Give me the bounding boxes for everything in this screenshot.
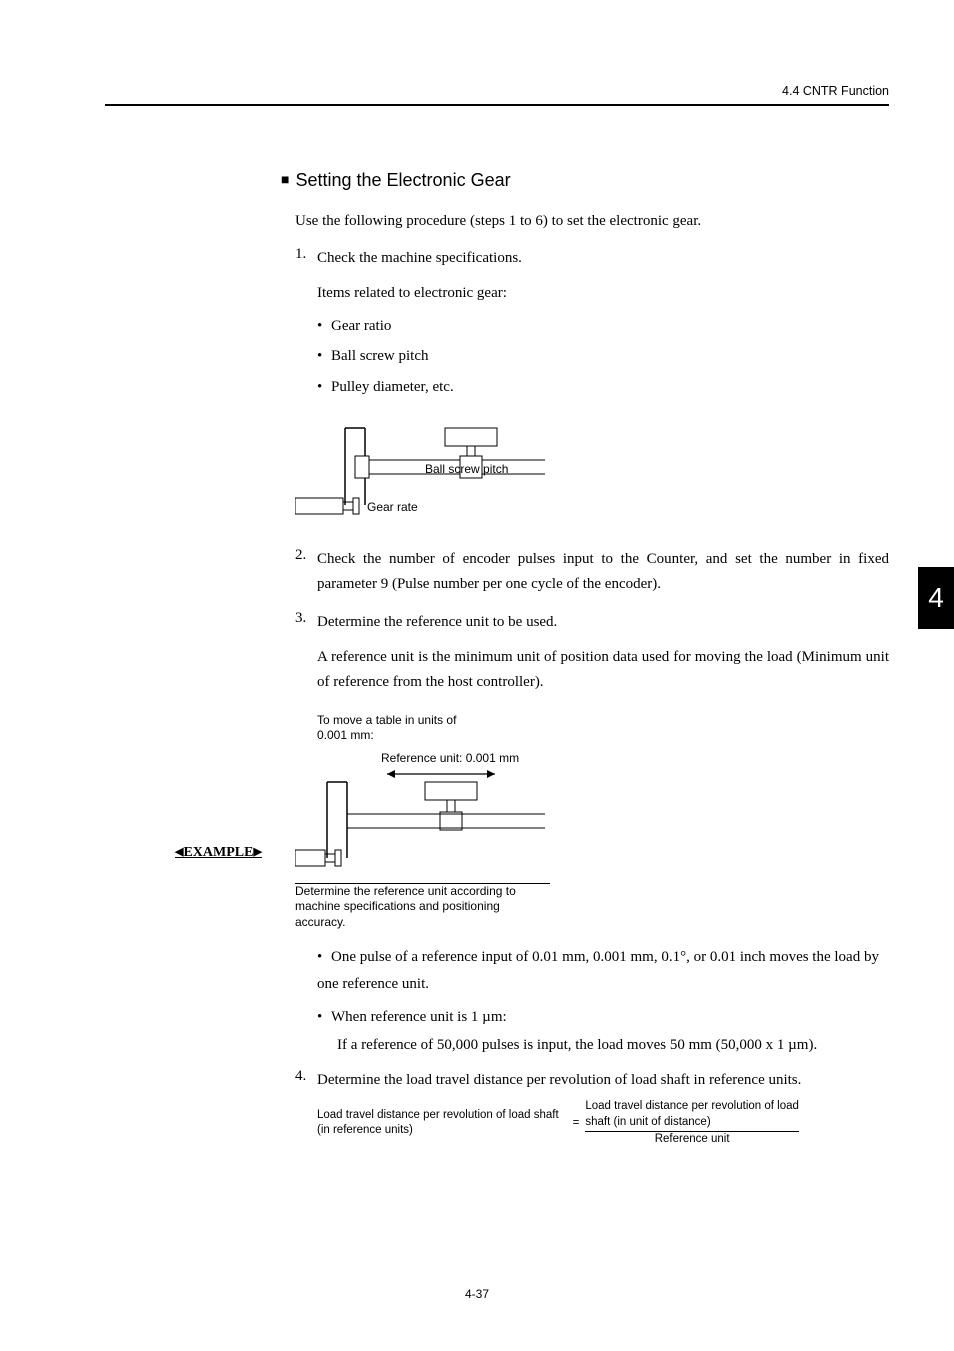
formula-top-1: Load travel distance per revolution of l… xyxy=(585,1099,799,1115)
section-heading: ■ Setting the Electronic Gear xyxy=(281,170,889,191)
caption-line: To move a table in units of xyxy=(317,713,889,729)
intro-text: Use the following procedure (steps 1 to … xyxy=(295,213,889,230)
triangle-right-icon: ▶ xyxy=(253,846,261,858)
example-indent: If a reference of 50,000 pulses is input… xyxy=(337,1037,889,1054)
example-text: When reference unit is 1 µm: xyxy=(331,1009,507,1025)
step-text: Determine the load travel distance per r… xyxy=(317,1068,889,1093)
step-number: 1. xyxy=(295,246,317,406)
bullet-item: •Ball screw pitch xyxy=(317,344,889,369)
steps-list: 1. Check the machine specifications. Ite… xyxy=(295,246,889,1148)
example-label: ◀EXAMPLE▶ xyxy=(175,845,262,861)
page-number: 4-37 xyxy=(0,1287,954,1301)
bullet-text: Pulley diameter, etc. xyxy=(331,379,454,395)
step-number: 2. xyxy=(295,547,317,597)
step-2: 2. Check the number of encoder pulses in… xyxy=(295,547,889,597)
formula-bottom: Reference unit xyxy=(585,1132,799,1148)
example-text: One pulse of a reference input of 0.01 m… xyxy=(317,949,879,992)
reference-unit-svg: Reference unit: 0.001 mm xyxy=(295,750,575,872)
formula-left-2: (in reference units) xyxy=(317,1123,559,1139)
diagram-ball-screw: Ball screw pitch Gear rate xyxy=(295,420,889,533)
formula-left-1: Load travel distance per revolution of l… xyxy=(317,1108,559,1124)
chapter-thumb-tab: 4 xyxy=(918,567,954,629)
running-header: 4.4 CNTR Function xyxy=(782,84,889,98)
label-ref-unit: Reference unit: 0.001 mm xyxy=(381,751,519,765)
header-rule xyxy=(105,104,889,106)
label-gear: Gear rate xyxy=(367,500,418,514)
example-label-text: EXAMPLE xyxy=(183,845,253,860)
bullet-text: Ball screw pitch xyxy=(331,348,428,364)
label-pitch: Ball screw pitch xyxy=(425,462,508,476)
step-number: 3. xyxy=(295,610,317,694)
caption-line: 0.001 mm: xyxy=(317,728,889,744)
square-bullet-icon: ■ xyxy=(281,171,289,187)
diagram-reference-unit: To move a table in units of 0.001 mm: Re… xyxy=(295,713,889,931)
step-text: Check the number of encoder pulses input… xyxy=(317,547,889,597)
step-text: Check the machine specifications. xyxy=(317,250,522,266)
ball-screw-svg: Ball screw pitch Gear rate xyxy=(295,420,575,528)
caption-line: Determine the reference unit according t… xyxy=(295,884,889,900)
bullet-item: •Gear ratio xyxy=(317,314,889,339)
formula-equals: = xyxy=(573,1117,580,1129)
step-text-2: A reference unit is the minimum unit of … xyxy=(317,645,889,695)
bullet-item: •Pulley diameter, etc. xyxy=(317,375,889,400)
caption-line: accuracy. xyxy=(295,915,889,931)
step-1: 1. Check the machine specifications. Ite… xyxy=(295,246,889,533)
step-number: 4. xyxy=(295,1068,317,1093)
page-content: ■Setting the Electronic Gear Use the fol… xyxy=(285,170,889,1162)
items-intro: Items related to electronic gear: xyxy=(317,281,889,306)
example-block: •One pulse of a reference input of 0.01 … xyxy=(317,944,889,1054)
step-3: 3. Determine the reference unit to be us… xyxy=(295,610,889,1054)
formula: Load travel distance per revolution of l… xyxy=(317,1099,889,1148)
sub-bullets: •Gear ratio •Ball screw pitch •Pulley di… xyxy=(317,314,889,400)
bullet-text: Gear ratio xyxy=(331,318,391,334)
section-heading-text: Setting the Electronic Gear xyxy=(295,170,510,190)
caption-line: machine specifications and positioning xyxy=(295,899,889,915)
step-4: 4. Determine the load travel distance pe… xyxy=(295,1068,889,1147)
example-line: •One pulse of a reference input of 0.01 … xyxy=(317,944,889,998)
formula-top-2: shaft (in unit of distance) xyxy=(585,1115,799,1131)
example-line: •When reference unit is 1 µm: xyxy=(317,1004,889,1031)
step-text: Determine the reference unit to be used. xyxy=(317,610,889,635)
